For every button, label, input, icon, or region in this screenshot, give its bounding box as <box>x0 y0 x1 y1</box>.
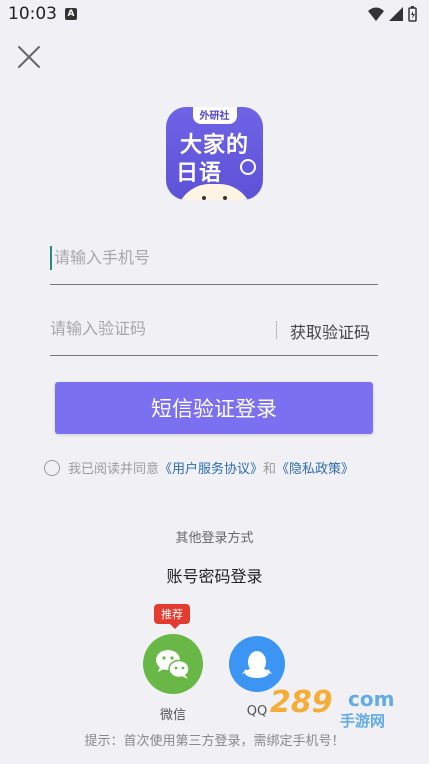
site-watermark: 289 com 手游网 <box>268 682 418 730</box>
signal-icon <box>389 7 403 21</box>
recommend-badge: 推荐 <box>154 604 190 629</box>
wifi-icon <box>368 7 384 21</box>
third-party-hint: 提示：首次使用第三方登录，需绑定手机号！ <box>84 734 345 749</box>
watermark-brand: 手游网 <box>340 712 385 730</box>
sms-login-button[interactable]: 短信验证登录 <box>55 382 373 434</box>
close-icon[interactable] <box>16 44 42 70</box>
phone-input[interactable] <box>54 248 274 267</box>
text-caret <box>50 246 52 270</box>
app-logo: 外研社 大家的 日语 <box>166 107 263 200</box>
code-field: 获取验证码 <box>50 305 378 356</box>
wechat-label: 微信 <box>159 708 186 723</box>
agreement-row: 我已阅读并同意 《用户服务协议》 和 《隐私政策》 <box>44 458 354 477</box>
notification-a-icon: A <box>65 8 77 20</box>
code-input[interactable] <box>50 319 270 338</box>
wechat-icon <box>156 650 190 679</box>
agree-checkbox[interactable] <box>44 459 60 476</box>
magnifier-icon <box>240 159 256 175</box>
user-agreement-link[interactable]: 《用户服务协议》 <box>159 458 263 477</box>
logo-publisher-tag: 外研社 <box>192 107 237 124</box>
password-login-link[interactable]: 账号密码登录 <box>0 563 429 587</box>
phone-field <box>50 234 378 285</box>
get-code-button[interactable]: 获取验证码 <box>290 319 370 343</box>
logo-title-line2: 日语 <box>176 161 223 186</box>
agreement-prefix: 我已阅读并同意 <box>68 462 160 477</box>
watermark-suffix: com <box>348 687 394 711</box>
watermark-number: 289 <box>270 685 333 720</box>
other-login-title: 其他登录方式 <box>175 531 254 546</box>
status-icons <box>367 6 419 28</box>
field-divider <box>276 321 277 339</box>
battery-icon <box>408 6 417 22</box>
wechat-login-button[interactable] <box>143 634 203 694</box>
privacy-policy-link[interactable]: 《隐私政策》 <box>276 458 354 477</box>
agreement-and: 和 <box>263 462 277 477</box>
status-time: 10:03 <box>8 4 57 24</box>
